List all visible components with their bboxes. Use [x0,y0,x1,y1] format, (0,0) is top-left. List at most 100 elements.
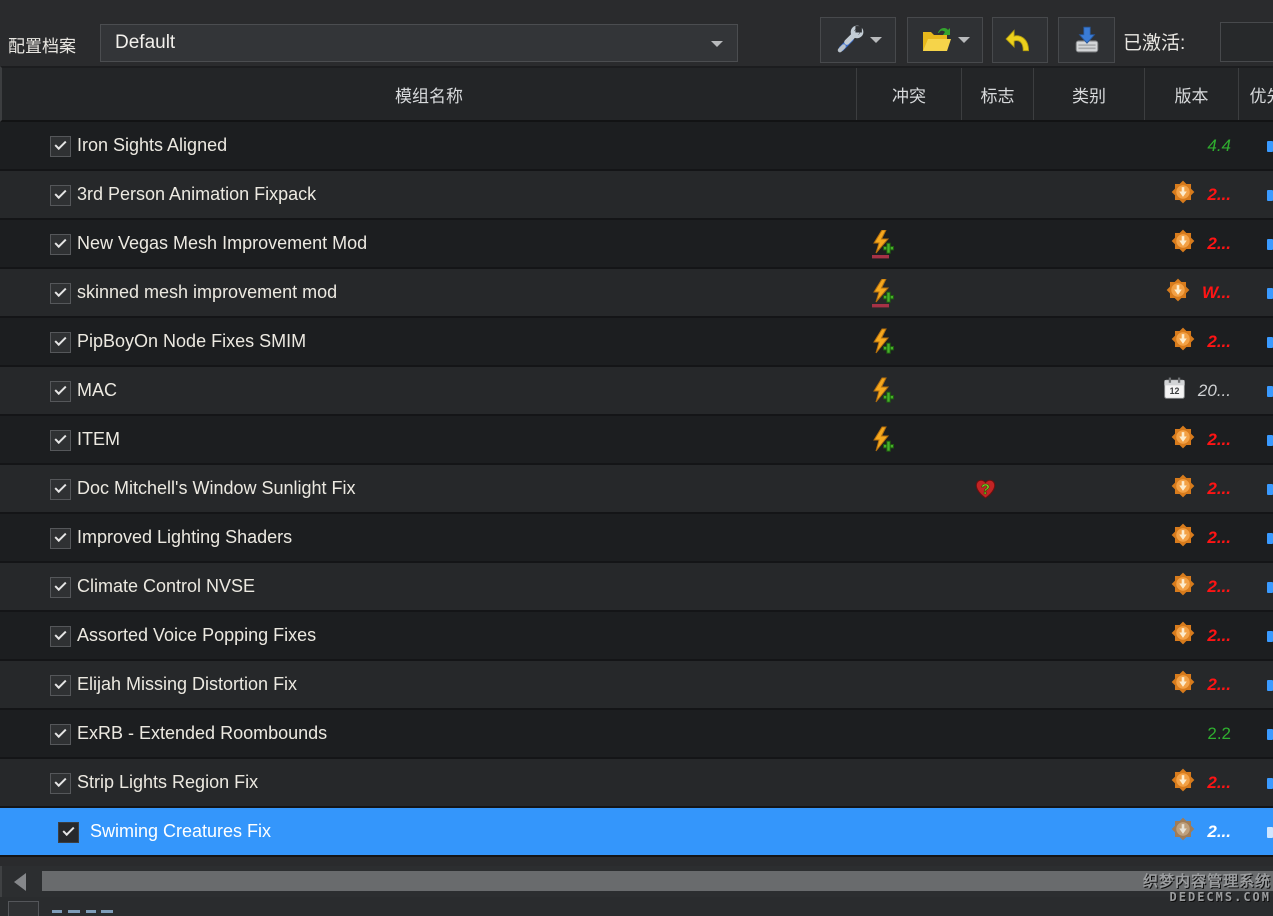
mod-enabled-checkbox[interactable] [50,626,71,647]
open-folder-button[interactable] [907,17,983,63]
mod-row[interactable]: skinned mesh improvement mod W... [0,269,1273,318]
mod-enabled-checkbox[interactable] [50,724,71,745]
profile-select[interactable]: Default [100,24,738,62]
mod-row[interactable]: Elijah Missing Distortion Fix 2... [0,661,1273,710]
mod-row[interactable]: Climate Control NVSE 2... [0,563,1273,612]
priority-value-clipped [1267,190,1273,201]
version-cell: W... [1143,269,1237,316]
mod-row[interactable]: 3rd Person Animation Fixpack 2... [0,171,1273,220]
mod-name: Elijah Missing Distortion Fix [77,661,297,708]
update-available-icon [1170,669,1196,700]
clipped-text-fragment [52,910,62,913]
mod-enabled-checkbox[interactable] [58,822,79,843]
watermark-line2: DEDECMS.COM [1143,891,1271,903]
mod-row[interactable]: Iron Sights Aligned 4.4 [0,122,1273,171]
mod-version: 2... [1207,822,1231,842]
priority-value-clipped [1267,141,1273,152]
activated-label: 已激活: [1123,28,1185,55]
version-cell: 2... [1143,465,1237,512]
mod-name: 3rd Person Animation Fixpack [77,171,316,218]
clipped-text-fragment [68,910,80,913]
mod-enabled-checkbox[interactable] [50,332,71,353]
mod-name: Iron Sights Aligned [77,122,227,169]
mod-enabled-checkbox[interactable] [50,381,71,402]
version-cell: 2... [1143,563,1237,610]
version-cell: 2... [1143,759,1237,806]
tools-button[interactable] [820,17,896,63]
mod-enabled-checkbox[interactable] [50,283,71,304]
date-calendar-icon: 12 [1162,376,1187,406]
priority-value-clipped [1267,239,1273,250]
mod-row[interactable]: Assorted Voice Popping Fixes 2... [0,612,1273,661]
mod-version: 2... [1207,430,1231,450]
partial-checkbox[interactable] [8,901,39,916]
clipped-text-fragment [86,910,96,913]
install-mod-button[interactable] [1058,17,1115,63]
undo-button[interactable] [992,17,1048,63]
mod-name: Climate Control NVSE [77,563,255,610]
mod-enabled-checkbox[interactable] [50,675,71,696]
mod-version: 2.2 [1207,724,1231,744]
chevron-down-icon [958,37,970,43]
mod-row[interactable]: MAC 12 20... [0,367,1273,416]
version-cell: 12 20... [1143,367,1237,414]
endorsement-question-icon: ? [974,477,997,505]
mod-name: Improved Lighting Shaders [77,514,292,561]
mod-enabled-checkbox[interactable] [50,479,71,500]
mod-enabled-checkbox[interactable] [50,136,71,157]
priority-value-clipped [1267,337,1273,348]
mod-row[interactable]: PipBoyOn Node Fixes SMIM 2... [0,318,1273,367]
version-cell: 2... [1143,171,1237,218]
mod-name: skinned mesh improvement mod [77,269,337,316]
mod-enabled-checkbox[interactable] [50,528,71,549]
column-header-0[interactable]: 模组名称 [2,68,857,120]
mod-enabled-checkbox[interactable] [50,577,71,598]
chevron-down-icon [711,41,723,47]
update-available-icon [1170,228,1196,259]
mod-row[interactable]: Strip Lights Region Fix 2... [0,759,1273,808]
column-header-5[interactable]: 优先级 [1239,68,1273,120]
version-cell: 2... [1143,661,1237,708]
profile-select-value: Default [115,32,175,54]
priority-value-clipped [1267,729,1273,740]
version-cell: 4.4 [1143,122,1237,169]
mod-version: 2... [1207,528,1231,548]
tools-icon [834,25,864,55]
open-folder-icon [920,25,952,55]
mod-row[interactable]: Improved Lighting Shaders 2... [0,514,1273,563]
mod-name: ITEM [77,416,120,463]
mod-name: MAC [77,367,117,414]
priority-value-clipped [1267,533,1273,544]
mod-name: Assorted Voice Popping Fixes [77,612,316,659]
mod-row[interactable]: Doc Mitchell's Window Sunlight Fix ? 2..… [0,465,1273,514]
toolbar: 配置档案 Default [0,0,1273,66]
scroll-left-arrow-icon[interactable] [14,873,26,891]
mod-row[interactable]: ExRB - Extended Roombounds2.2 [0,710,1273,759]
mod-enabled-checkbox[interactable] [50,430,71,451]
bottom-partial-panel [0,897,1273,916]
watermark: 织梦内容管理系统 DEDECMS.COM [1143,874,1271,903]
update-available-icon [1170,179,1196,210]
column-header-4[interactable]: 版本 [1145,68,1239,120]
update-available-icon [1170,767,1196,798]
mod-version: 2... [1207,234,1231,254]
mod-enabled-checkbox[interactable] [50,185,71,206]
priority-value-clipped [1267,484,1273,495]
mod-enabled-checkbox[interactable] [50,234,71,255]
update-available-icon [1170,522,1196,553]
mod-row[interactable]: Swiming Creatures Fix 2... [0,808,1273,857]
mod-row[interactable]: New Vegas Mesh Improvement Mod 2... [0,220,1273,269]
activated-count-box [1220,22,1273,62]
conflict-overwrite-icon [869,328,895,362]
mod-name: Strip Lights Region Fix [77,759,258,806]
column-header-1[interactable]: 冲突 [857,68,962,120]
svg-text:?: ? [981,481,990,498]
mod-row[interactable]: ITEM 2... [0,416,1273,465]
mod-enabled-checkbox[interactable] [50,773,71,794]
update-available-icon [1170,620,1196,651]
column-header-3[interactable]: 类别 [1034,68,1145,120]
column-header-2[interactable]: 标志 [962,68,1034,120]
horizontal-scrollbar[interactable] [0,866,1273,897]
scrollbar-thumb[interactable] [42,871,1273,891]
priority-value-clipped [1267,582,1273,593]
